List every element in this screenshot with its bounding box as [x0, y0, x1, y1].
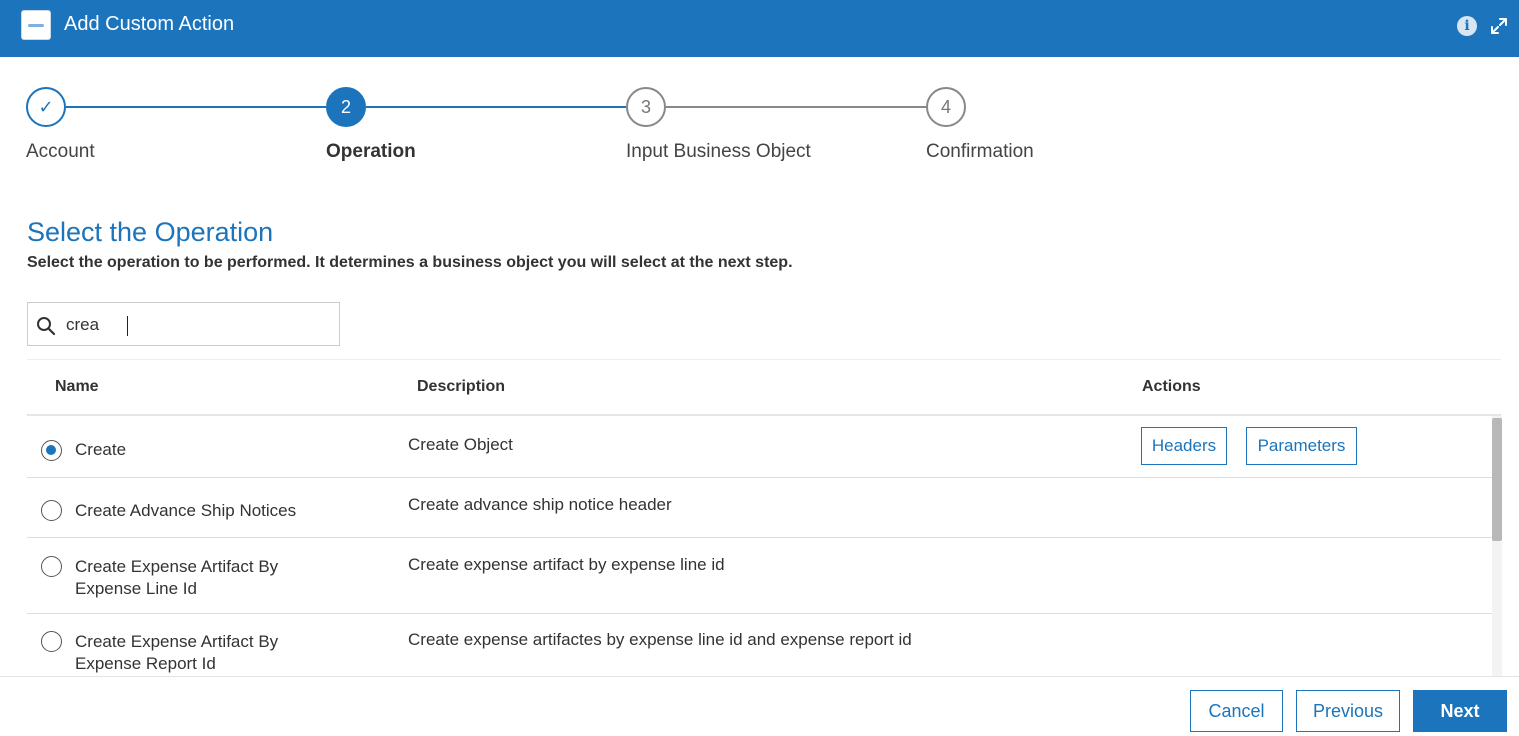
row-name: Create Expense Artifact By Expense Line … [75, 557, 279, 598]
scrollbar-thumb[interactable] [1492, 418, 1502, 541]
search-input[interactable] [66, 311, 326, 339]
row-description: Create expense artifact by expense line … [408, 555, 725, 574]
row-description: Create Object [408, 435, 513, 454]
window-title: Add Custom Action [64, 13, 235, 35]
search-icon [37, 317, 56, 336]
check-icon: ✓ [38, 97, 54, 117]
column-header-description: Description [417, 378, 506, 395]
row-radio-button[interactable] [41, 556, 62, 577]
divider [0, 676, 1519, 677]
step-3-label: Input Business Object [626, 141, 811, 162]
step-2-circle: 2 [326, 87, 366, 127]
step-4-circle: 4 [926, 87, 966, 127]
step-2-label: Operation [326, 141, 416, 162]
row-radio-button[interactable] [41, 500, 62, 521]
row-name: Create Expense Artifact By Expense Repor… [75, 632, 279, 673]
step-1-label: Account [26, 141, 95, 162]
row-description: Create advance ship notice header [408, 495, 672, 514]
step-connector [666, 106, 926, 108]
divider [27, 359, 1501, 360]
step-connector [66, 106, 326, 108]
column-header-actions: Actions [1142, 378, 1201, 395]
section-description: Select the operation to be performed. It… [27, 254, 793, 271]
step-connector [366, 106, 626, 108]
row-name: Create [75, 440, 127, 459]
headers-button[interactable]: Headers [1141, 427, 1227, 465]
step-1-circle: ✓ [26, 87, 66, 127]
step-3-circle: 3 [626, 87, 666, 127]
operations-table-body: Create Create Object Headers Parameters … [27, 416, 1492, 676]
title-bar: Add Custom Action i [0, 0, 1519, 57]
table-row[interactable]: Create Create Object Headers Parameters [27, 416, 1492, 478]
search-box [27, 302, 340, 346]
text-caret [127, 316, 128, 336]
section-title: Select the Operation [27, 217, 274, 247]
row-radio-button[interactable] [41, 631, 62, 652]
table-row[interactable]: Create Expense Artifact By Expense Line … [27, 538, 1492, 614]
info-icon[interactable]: i [1457, 16, 1477, 36]
row-description: Create expense artifactes by expense lin… [408, 630, 912, 649]
cancel-button[interactable]: Cancel [1190, 690, 1283, 732]
row-name: Create Advance Ship Notices [75, 501, 297, 520]
app-logo-icon [21, 10, 51, 40]
next-button[interactable]: Next [1413, 690, 1507, 732]
row-radio-button[interactable] [41, 440, 62, 461]
parameters-button[interactable]: Parameters [1246, 427, 1357, 465]
table-row[interactable]: Create Advance Ship Notices Create advan… [27, 478, 1492, 538]
expand-icon[interactable] [1489, 16, 1509, 36]
previous-button[interactable]: Previous [1296, 690, 1400, 732]
step-4-label: Confirmation [926, 141, 1034, 162]
table-row[interactable]: Create Expense Artifact By Expense Repor… [27, 614, 1492, 676]
column-header-name: Name [55, 378, 99, 395]
